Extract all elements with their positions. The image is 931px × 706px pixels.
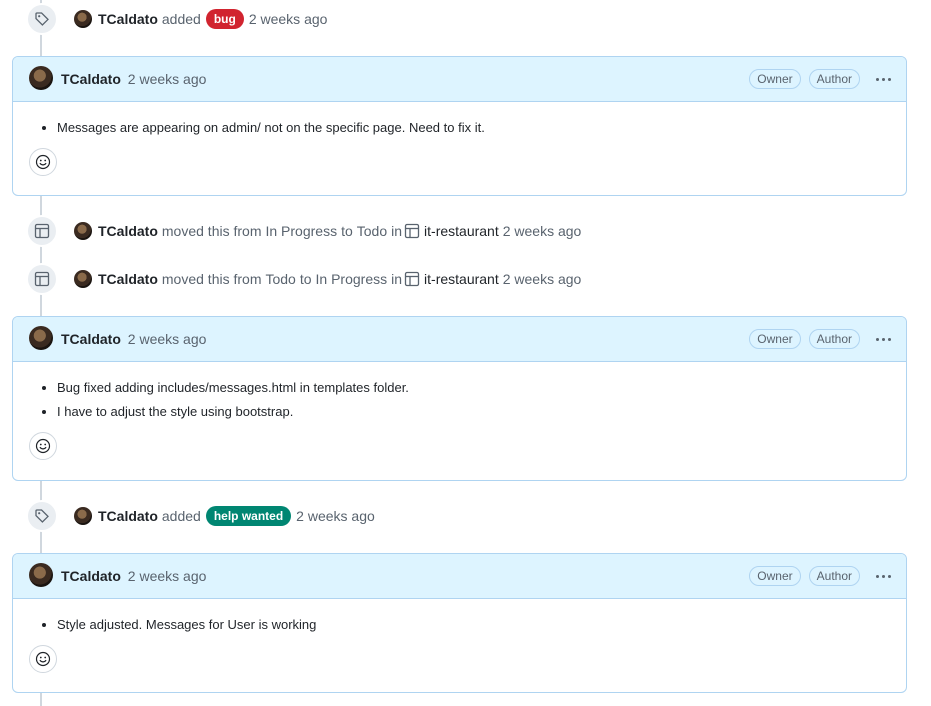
smiley-icon[interactable] <box>29 148 57 176</box>
timeline-event-label-help-wanted: TCaldato added help wanted 2 weeks ago <box>26 500 375 532</box>
list-item: Bug fixed adding includes/messages.html … <box>57 376 890 400</box>
label-help-wanted[interactable]: help wanted <box>205 506 292 526</box>
comment-header: TCaldato 2 weeks ago Owner Author <box>13 554 906 599</box>
event-verb: added <box>161 508 201 524</box>
event-verb: moved this from <box>161 223 262 239</box>
avatar[interactable] <box>74 10 92 28</box>
owner-badge: Owner <box>749 566 801 586</box>
comment-author-link[interactable]: TCaldato <box>61 331 121 347</box>
event-time[interactable]: 2 weeks ago <box>296 508 375 524</box>
event-verb: added <box>161 11 201 27</box>
comment-list: Bug fixed adding includes/messages.html … <box>29 376 890 424</box>
comment-list: Style adjusted. Messages for User is wor… <box>29 613 890 637</box>
list-item: I have to adjust the style using bootstr… <box>57 400 890 424</box>
list-item: Style adjusted. Messages for User is wor… <box>57 613 890 637</box>
avatar[interactable] <box>29 563 53 587</box>
comment-card: TCaldato 2 weeks ago Owner Author Style … <box>12 553 907 693</box>
kebab-horizontal-icon[interactable] <box>872 329 894 349</box>
project-link[interactable]: it-restaurant <box>424 223 499 239</box>
comment-time[interactable]: 2 weeks ago <box>128 71 207 87</box>
table-icon <box>26 215 58 247</box>
tag-icon <box>26 500 58 532</box>
comment-header: TCaldato 2 weeks ago Owner Author <box>13 57 906 102</box>
event-word-in: in <box>391 223 403 239</box>
label-bug[interactable]: bug <box>205 9 244 29</box>
avatar[interactable] <box>74 270 92 288</box>
kebab-horizontal-icon[interactable] <box>872 69 894 89</box>
comment-list: Messages are appearing on admin/ not on … <box>29 116 890 140</box>
table-icon <box>404 223 420 239</box>
comment-author-link[interactable]: TCaldato <box>61 71 121 87</box>
column-to: In Progress <box>315 271 388 287</box>
event-word-to: to <box>299 271 312 287</box>
timeline-event-project-move: TCaldato moved this from In Progress to … <box>26 215 582 247</box>
comment-card: TCaldato 2 weeks ago Owner Author Messag… <box>12 56 907 196</box>
timeline-event-project-move: TCaldato moved this from Todo to In Prog… <box>26 263 582 295</box>
comment-header: TCaldato 2 weeks ago Owner Author <box>13 317 906 362</box>
avatar[interactable] <box>74 507 92 525</box>
event-time[interactable]: 2 weeks ago <box>503 271 582 287</box>
comment-time[interactable]: 2 weeks ago <box>128 568 207 584</box>
tag-icon <box>26 3 58 35</box>
timeline-event-label-bug: TCaldato added bug 2 weeks ago <box>26 3 328 35</box>
table-icon <box>404 271 420 287</box>
event-word-in: in <box>391 271 403 287</box>
avatar[interactable] <box>29 66 53 90</box>
event-user-link[interactable]: TCaldato <box>98 271 158 287</box>
smiley-icon[interactable] <box>29 432 57 460</box>
list-item: Messages are appearing on admin/ not on … <box>57 116 890 140</box>
event-user-link[interactable]: TCaldato <box>98 11 158 27</box>
kebab-horizontal-icon[interactable] <box>872 566 894 586</box>
column-from: In Progress <box>265 223 338 239</box>
owner-badge: Owner <box>749 69 801 89</box>
event-user-link[interactable]: TCaldato <box>98 223 158 239</box>
event-user-link[interactable]: TCaldato <box>98 508 158 524</box>
smiley-icon[interactable] <box>29 645 57 673</box>
timeline-line <box>40 196 42 316</box>
timeline-line <box>40 692 42 706</box>
event-time[interactable]: 2 weeks ago <box>249 11 328 27</box>
project-link[interactable]: it-restaurant <box>424 271 499 287</box>
comment-card: TCaldato 2 weeks ago Owner Author Bug fi… <box>12 316 907 481</box>
avatar[interactable] <box>74 222 92 240</box>
author-badge: Author <box>808 329 860 349</box>
author-badge: Author <box>808 566 860 586</box>
author-badge: Author <box>808 69 860 89</box>
owner-badge: Owner <box>749 329 801 349</box>
column-to: Todo <box>356 223 388 239</box>
event-word-to: to <box>341 223 353 239</box>
avatar[interactable] <box>29 326 53 350</box>
column-from: Todo <box>265 271 296 287</box>
comment-author-link[interactable]: TCaldato <box>61 568 121 584</box>
table-icon <box>26 263 58 295</box>
comment-time[interactable]: 2 weeks ago <box>128 331 207 347</box>
event-verb: moved this from <box>161 271 262 287</box>
event-time[interactable]: 2 weeks ago <box>503 223 582 239</box>
